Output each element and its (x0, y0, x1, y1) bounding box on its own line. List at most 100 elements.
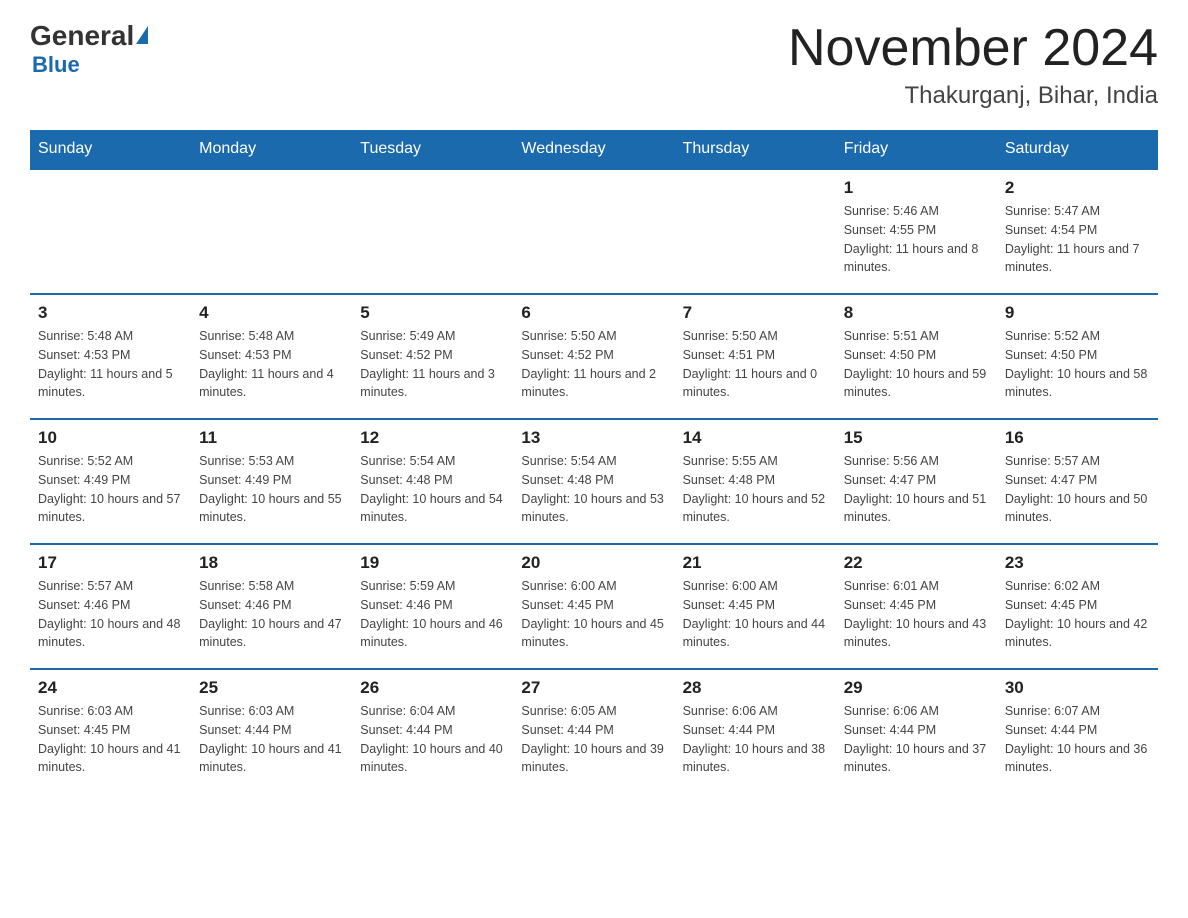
day-number: 19 (360, 553, 505, 573)
logo-area: General Blue (30, 20, 148, 78)
calendar-cell: 26 Sunrise: 6:04 AMSunset: 4:44 PMDayligh… (352, 669, 513, 793)
day-info: Sunrise: 6:06 AMSunset: 4:44 PMDaylight:… (844, 702, 989, 777)
calendar-cell: 22Sunrise: 6:01 AMSunset: 4:45 PMDayligh… (836, 544, 997, 669)
day-number: 16 (1005, 428, 1150, 448)
day-number: 11 (199, 428, 344, 448)
day-info: Sunrise: 6:07 AMSunset: 4:44 PMDaylight:… (1005, 702, 1150, 777)
day-info: Sunrise: 5:46 AMSunset: 4:55 PMDaylight:… (844, 202, 989, 277)
calendar-cell: 6 Sunrise: 5:50 AMSunset: 4:52 PMDaylight… (513, 294, 674, 419)
calendar-cell: 9 Sunrise: 5:52 AMSunset: 4:50 PMDaylight… (997, 294, 1158, 419)
calendar-week-row: 3 Sunrise: 5:48 AMSunset: 4:53 PMDaylight… (30, 294, 1158, 419)
day-info: Sunrise: 6:03 AMSunset: 4:45 PMDaylight:… (38, 702, 183, 777)
day-number: 23 (1005, 553, 1150, 573)
calendar-week-row: 1Sunrise: 5:46 AMSunset: 4:55 PMDaylight… (30, 169, 1158, 294)
day-number: 26 (360, 678, 505, 698)
calendar-cell: 3 Sunrise: 5:48 AMSunset: 4:53 PMDaylight… (30, 294, 191, 419)
day-number: 4 (199, 303, 344, 323)
day-info: Sunrise: 5:48 AMSunset: 4:53 PMDaylight:… (38, 327, 183, 402)
day-number: 28 (683, 678, 828, 698)
day-info: Sunrise: 6:02 AMSunset: 4:45 PMDaylight:… (1005, 577, 1150, 652)
calendar-cell: 7 Sunrise: 5:50 AMSunset: 4:51 PMDaylight… (675, 294, 836, 419)
day-of-week-header: Sunday (30, 130, 191, 169)
day-info: Sunrise: 5:50 AMSunset: 4:52 PMDaylight:… (521, 327, 666, 402)
calendar-cell: 27 Sunrise: 6:05 AMSunset: 4:44 PMDayligh… (513, 669, 674, 793)
calendar-cell: 28 Sunrise: 6:06 AMSunset: 4:44 PMDayligh… (675, 669, 836, 793)
day-info: Sunrise: 5:57 AMSunset: 4:46 PMDaylight:… (38, 577, 183, 652)
title-area: November 2024 Thakurganj, Bihar, India (788, 20, 1158, 110)
calendar-cell: 24 Sunrise: 6:03 AMSunset: 4:45 PMDayligh… (30, 669, 191, 793)
day-number: 10 (38, 428, 183, 448)
calendar-cell: 5 Sunrise: 5:49 AMSunset: 4:52 PMDaylight… (352, 294, 513, 419)
day-number: 3 (38, 303, 183, 323)
day-info: Sunrise: 6:00 AMSunset: 4:45 PMDaylight:… (521, 577, 666, 652)
calendar-title: November 2024 (788, 20, 1158, 77)
calendar-cell: 8 Sunrise: 5:51 AMSunset: 4:50 PMDaylight… (836, 294, 997, 419)
day-number: 14 (683, 428, 828, 448)
calendar-cell: 21 Sunrise: 6:00 AMSunset: 4:45 PMDayligh… (675, 544, 836, 669)
day-info: Sunrise: 5:52 AMSunset: 4:49 PMDaylight:… (38, 452, 183, 527)
day-info: Sunrise: 6:06 AMSunset: 4:44 PMDaylight:… (683, 702, 828, 777)
logo-blue-text: Blue (32, 52, 80, 78)
calendar-cell: 25Sunrise: 6:03 AMSunset: 4:44 PMDayligh… (191, 669, 352, 793)
calendar-week-row: 24 Sunrise: 6:03 AMSunset: 4:45 PMDayligh… (30, 669, 1158, 793)
day-info: Sunrise: 5:49 AMSunset: 4:52 PMDaylight:… (360, 327, 505, 402)
logo-general-text: General (30, 20, 134, 52)
calendar-week-row: 17Sunrise: 5:57 AMSunset: 4:46 PMDayligh… (30, 544, 1158, 669)
day-number: 25 (199, 678, 344, 698)
days-of-week-row: SundayMondayTuesdayWednesdayThursdayFrid… (30, 130, 1158, 169)
day-number: 30 (1005, 678, 1150, 698)
calendar-cell (675, 169, 836, 294)
day-info: Sunrise: 5:57 AMSunset: 4:47 PMDaylight:… (1005, 452, 1150, 527)
day-of-week-header: Tuesday (352, 130, 513, 169)
header: General Blue November 2024 Thakurganj, B… (30, 20, 1158, 110)
calendar-cell: 20Sunrise: 6:00 AMSunset: 4:45 PMDayligh… (513, 544, 674, 669)
calendar-cell: 16 Sunrise: 5:57 AMSunset: 4:47 PMDayligh… (997, 419, 1158, 544)
day-number: 5 (360, 303, 505, 323)
day-info: Sunrise: 5:47 AMSunset: 4:54 PMDaylight:… (1005, 202, 1150, 277)
day-number: 9 (1005, 303, 1150, 323)
calendar-cell: 13 Sunrise: 5:54 AMSunset: 4:48 PMDayligh… (513, 419, 674, 544)
calendar-cell: 12Sunrise: 5:54 AMSunset: 4:48 PMDayligh… (352, 419, 513, 544)
day-number: 7 (683, 303, 828, 323)
calendar-body: 1Sunrise: 5:46 AMSunset: 4:55 PMDaylight… (30, 169, 1158, 793)
day-info: Sunrise: 5:56 AMSunset: 4:47 PMDaylight:… (844, 452, 989, 527)
day-info: Sunrise: 5:52 AMSunset: 4:50 PMDaylight:… (1005, 327, 1150, 402)
day-number: 12 (360, 428, 505, 448)
day-number: 29 (844, 678, 989, 698)
calendar-cell (30, 169, 191, 294)
calendar-cell: 2 Sunrise: 5:47 AMSunset: 4:54 PMDaylight… (997, 169, 1158, 294)
day-info: Sunrise: 5:54 AMSunset: 4:48 PMDaylight:… (521, 452, 666, 527)
day-info: Sunrise: 6:01 AMSunset: 4:45 PMDaylight:… (844, 577, 989, 652)
day-number: 24 (38, 678, 183, 698)
calendar-cell: 4 Sunrise: 5:48 AMSunset: 4:53 PMDaylight… (191, 294, 352, 419)
day-info: Sunrise: 6:00 AMSunset: 4:45 PMDaylight:… (683, 577, 828, 652)
calendar-cell: 15 Sunrise: 5:56 AMSunset: 4:47 PMDayligh… (836, 419, 997, 544)
day-info: Sunrise: 5:53 AMSunset: 4:49 PMDaylight:… (199, 452, 344, 527)
day-info: Sunrise: 5:48 AMSunset: 4:53 PMDaylight:… (199, 327, 344, 402)
day-number: 21 (683, 553, 828, 573)
calendar-cell: 29 Sunrise: 6:06 AMSunset: 4:44 PMDayligh… (836, 669, 997, 793)
calendar-table: SundayMondayTuesdayWednesdayThursdayFrid… (30, 130, 1158, 793)
day-number: 2 (1005, 178, 1150, 198)
calendar-cell: 19Sunrise: 5:59 AMSunset: 4:46 PMDayligh… (352, 544, 513, 669)
day-info: Sunrise: 6:05 AMSunset: 4:44 PMDaylight:… (521, 702, 666, 777)
day-number: 18 (199, 553, 344, 573)
calendar-week-row: 10 Sunrise: 5:52 AMSunset: 4:49 PMDayligh… (30, 419, 1158, 544)
day-number: 8 (844, 303, 989, 323)
calendar-header: SundayMondayTuesdayWednesdayThursdayFrid… (30, 130, 1158, 169)
day-number: 6 (521, 303, 666, 323)
day-number: 27 (521, 678, 666, 698)
calendar-cell: 17Sunrise: 5:57 AMSunset: 4:46 PMDayligh… (30, 544, 191, 669)
day-info: Sunrise: 6:04 AMSunset: 4:44 PMDaylight:… (360, 702, 505, 777)
calendar-cell: 11 Sunrise: 5:53 AMSunset: 4:49 PMDayligh… (191, 419, 352, 544)
day-number: 13 (521, 428, 666, 448)
calendar-cell (513, 169, 674, 294)
calendar-cell: 30 Sunrise: 6:07 AMSunset: 4:44 PMDayligh… (997, 669, 1158, 793)
day-info: Sunrise: 5:50 AMSunset: 4:51 PMDaylight:… (683, 327, 828, 402)
day-number: 15 (844, 428, 989, 448)
day-info: Sunrise: 5:55 AMSunset: 4:48 PMDaylight:… (683, 452, 828, 527)
day-of-week-header: Friday (836, 130, 997, 169)
calendar-cell (352, 169, 513, 294)
day-info: Sunrise: 5:51 AMSunset: 4:50 PMDaylight:… (844, 327, 989, 402)
day-info: Sunrise: 5:58 AMSunset: 4:46 PMDaylight:… (199, 577, 344, 652)
